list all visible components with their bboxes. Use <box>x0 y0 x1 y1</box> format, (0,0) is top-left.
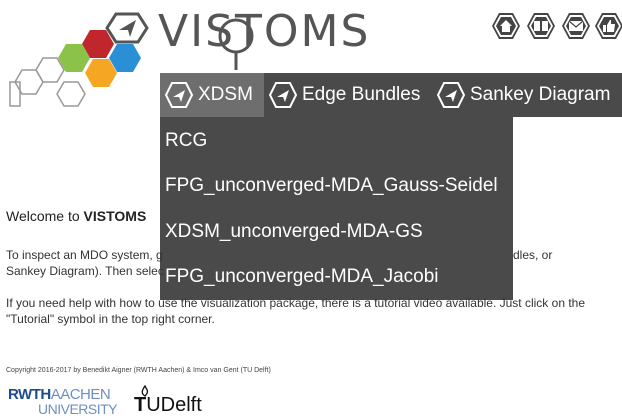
home-icon <box>492 13 520 39</box>
menu-item-fpg-gauss-seidel[interactable]: FPG_unconverged-MDA_Gauss-Seidel <box>165 175 498 197</box>
feedback-button[interactable] <box>594 12 622 40</box>
tab-sankey-diagram[interactable]: Sankey Diagram <box>436 73 610 117</box>
home-button[interactable] <box>491 12 521 40</box>
logo-title: VISTOMS <box>158 6 371 57</box>
tab-xdsm[interactable]: XDSM <box>160 73 264 117</box>
book-icon <box>527 13 555 39</box>
visualization-nav: XDSM Edge Bundles Sankey Diagram <box>160 73 622 117</box>
rwth-aachen-logo: RWTHAACHEN UNIVERSITY <box>8 387 118 417</box>
help-line-1: If you need help with how to use the vis… <box>6 296 586 310</box>
xdsm-dropdown-menu: RCG FPG_unconverged-MDA_Gauss-Seidel XDS… <box>160 117 513 300</box>
tud-logo-t: T <box>134 394 147 416</box>
intro-line-1-end: dles, or <box>513 248 553 262</box>
thumbs-up-icon <box>595 13 622 39</box>
tab-sankey-diagram-label: Sankey Diagram <box>470 84 611 105</box>
tutorial-button[interactable] <box>526 12 556 40</box>
tud-logo-rest: UDelft <box>146 394 202 416</box>
welcome-app-name: VISTOMS <box>83 208 147 224</box>
tab-xdsm-label: XDSM <box>198 84 253 105</box>
welcome-heading: Welcome to VISTOMS <box>6 208 146 224</box>
contact-button[interactable] <box>561 12 591 40</box>
copyright-notice: Copyright 2016-2017 by Benedikt Aigner (… <box>6 367 271 374</box>
arrow-hex-icon <box>436 82 466 108</box>
help-line-2: "Tutorial" symbol in the top right corne… <box>6 312 215 326</box>
tab-edge-bundles[interactable]: Edge Bundles <box>268 73 420 117</box>
intro-line-2: Sankey Diagram). Then selec <box>6 264 164 278</box>
tu-delft-logo: TUDelft <box>134 385 224 417</box>
arrow-hex-icon <box>164 82 194 108</box>
intro-line-1: To inspect an MDO system, g <box>6 248 163 262</box>
welcome-prefix: Welcome to <box>6 208 84 224</box>
tab-edge-bundles-label: Edge Bundles <box>302 84 421 105</box>
menu-item-xdsm-mda-gs[interactable]: XDSM_unconverged-MDA-GS <box>165 221 423 243</box>
mail-icon <box>562 13 590 39</box>
arrow-hex-icon <box>268 82 298 108</box>
menu-item-rcg[interactable]: RCG <box>165 130 207 152</box>
rwth-logo-university: UNIVERSITY <box>38 401 118 417</box>
menu-item-fpg-jacobi[interactable]: FPG_unconverged-MDA_Jacobi <box>165 266 439 288</box>
